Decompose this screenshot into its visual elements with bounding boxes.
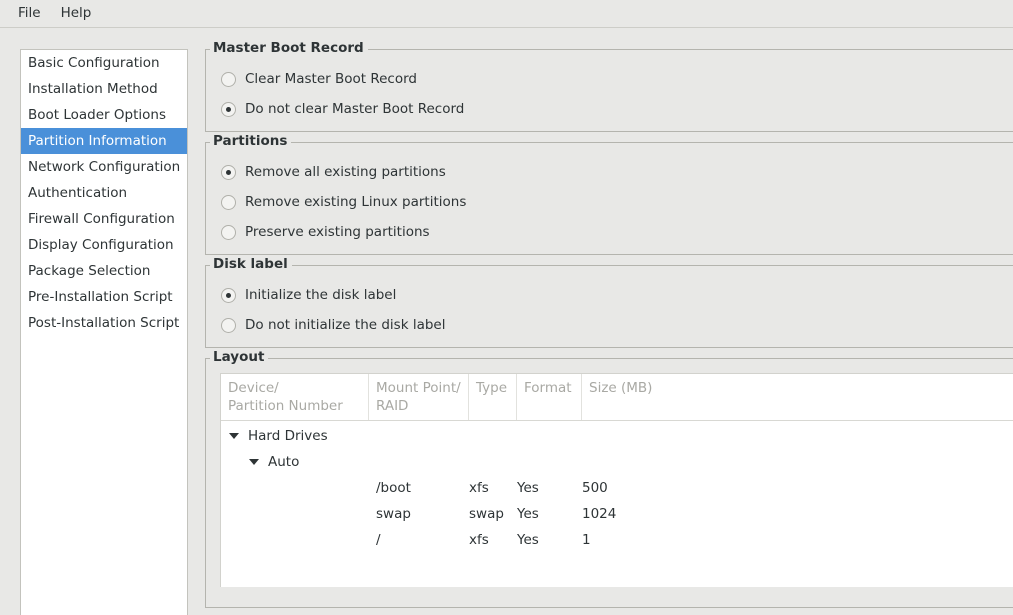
partition-layout-tree[interactable]: Device/ Partition Number Mount Point/ RA… (220, 373, 1013, 587)
cell-type: xfs (469, 532, 489, 548)
sidebar-item-display-configuration[interactable]: Display Configuration (21, 232, 187, 258)
radio-row-remove-linux-partitions[interactable]: Remove existing Linux partitions (206, 187, 1013, 217)
table-header-row: Device/ Partition Number Mount Point/ RA… (221, 374, 1013, 421)
sidebar-nav-list[interactable]: Basic Configuration Installation Method … (20, 49, 188, 615)
tree-node-hard-drives[interactable]: Hard Drives (221, 423, 1013, 449)
radio-icon-preserve-partitions[interactable] (221, 224, 236, 240)
radio-label-remove-linux-partitions: Remove existing Linux partitions (245, 194, 467, 210)
radio-row-remove-all-partitions[interactable]: Remove all existing partitions (206, 157, 1013, 187)
column-header-mount-point[interactable]: Mount Point/ RAID (369, 374, 469, 420)
table-row[interactable]: /boot xfs Yes 500 (221, 475, 1013, 501)
sidebar-item-authentication[interactable]: Authentication (21, 180, 187, 206)
tree-node-auto[interactable]: Auto (221, 449, 1013, 475)
radio-label-remove-all-partitions: Remove all existing partitions (245, 164, 446, 180)
tree-node-label-auto: Auto (268, 454, 300, 470)
sidebar-item-firewall-configuration[interactable]: Firewall Configuration (21, 206, 187, 232)
group-layout: Layout Device/ Partition Number Mount Po… (205, 350, 1013, 608)
radio-icon-remove-all-partitions[interactable] (221, 164, 236, 180)
cell-type: swap (469, 506, 504, 522)
sidebar-item-boot-loader-options[interactable]: Boot Loader Options (21, 102, 187, 128)
sidebar-item-basic-configuration[interactable]: Basic Configuration (21, 50, 187, 76)
group-disk-label: Disk label Initialize the disk label Do … (205, 257, 1013, 348)
tree-node-label-hard-drives: Hard Drives (248, 428, 328, 444)
radio-icon-do-not-initialize-disk-label[interactable] (221, 317, 236, 333)
radio-row-do-not-initialize-disk-label[interactable]: Do not initialize the disk label (206, 310, 1013, 340)
radio-icon-clear-mbr[interactable] (221, 71, 236, 87)
sidebar-item-network-configuration[interactable]: Network Configuration (21, 154, 187, 180)
table-row[interactable]: swap swap Yes 1024 (221, 501, 1013, 527)
column-header-size[interactable]: Size (MB) (582, 374, 702, 420)
sidebar-item-partition-information[interactable]: Partition Information (21, 128, 187, 154)
group-master-boot-record: Master Boot Record Clear Master Boot Rec… (205, 41, 1013, 132)
group-partitions: Partitions Remove all existing partition… (205, 134, 1013, 255)
radio-label-do-not-clear-mbr: Do not clear Master Boot Record (245, 101, 465, 117)
table-row[interactable]: / xfs Yes 1 (221, 527, 1013, 553)
radio-label-preserve-partitions: Preserve existing partitions (245, 224, 430, 240)
radio-row-clear-mbr[interactable]: Clear Master Boot Record (206, 64, 1013, 94)
cell-size: 1 (582, 532, 591, 548)
column-header-device[interactable]: Device/ Partition Number (221, 374, 369, 420)
menu-help[interactable]: Help (51, 4, 102, 24)
table-body: Hard Drives Auto /boot xfs Yes 500 swap … (221, 421, 1013, 553)
cell-size: 500 (582, 480, 608, 496)
sidebar-item-post-installation-script[interactable]: Post-Installation Script (21, 310, 187, 336)
group-title-master-boot-record: Master Boot Record (210, 41, 368, 56)
sidebar-item-installation-method[interactable]: Installation Method (21, 76, 187, 102)
cell-format: Yes (517, 532, 539, 548)
group-title-layout: Layout (210, 350, 269, 365)
partition-information-pane: Master Boot Record Clear Master Boot Rec… (205, 41, 1013, 615)
cell-mount-point: /boot (376, 480, 411, 496)
menu-bar: File Help (0, 0, 1013, 28)
radio-label-do-not-initialize-disk-label: Do not initialize the disk label (245, 317, 446, 333)
column-header-format[interactable]: Format (517, 374, 582, 420)
chevron-down-icon[interactable] (249, 459, 259, 465)
radio-icon-remove-linux-partitions[interactable] (221, 194, 236, 210)
sidebar-item-package-selection[interactable]: Package Selection (21, 258, 187, 284)
cell-format: Yes (517, 480, 539, 496)
group-title-partitions: Partitions (210, 134, 292, 149)
radio-label-clear-mbr: Clear Master Boot Record (245, 71, 417, 87)
menu-file[interactable]: File (8, 4, 51, 24)
radio-icon-do-not-clear-mbr[interactable] (221, 101, 236, 117)
cell-size: 1024 (582, 506, 617, 522)
column-header-type[interactable]: Type (469, 374, 517, 420)
radio-icon-initialize-disk-label[interactable] (221, 287, 236, 303)
radio-row-do-not-clear-mbr[interactable]: Do not clear Master Boot Record (206, 94, 1013, 124)
radio-row-initialize-disk-label[interactable]: Initialize the disk label (206, 280, 1013, 310)
cell-type: xfs (469, 480, 489, 496)
sidebar-item-pre-installation-script[interactable]: Pre-Installation Script (21, 284, 187, 310)
radio-row-preserve-partitions[interactable]: Preserve existing partitions (206, 217, 1013, 247)
cell-mount-point: swap (376, 506, 411, 522)
radio-label-initialize-disk-label: Initialize the disk label (245, 287, 397, 303)
cell-format: Yes (517, 506, 539, 522)
group-title-disk-label: Disk label (210, 257, 292, 272)
cell-mount-point: / (376, 532, 381, 548)
chevron-down-icon[interactable] (229, 433, 239, 439)
